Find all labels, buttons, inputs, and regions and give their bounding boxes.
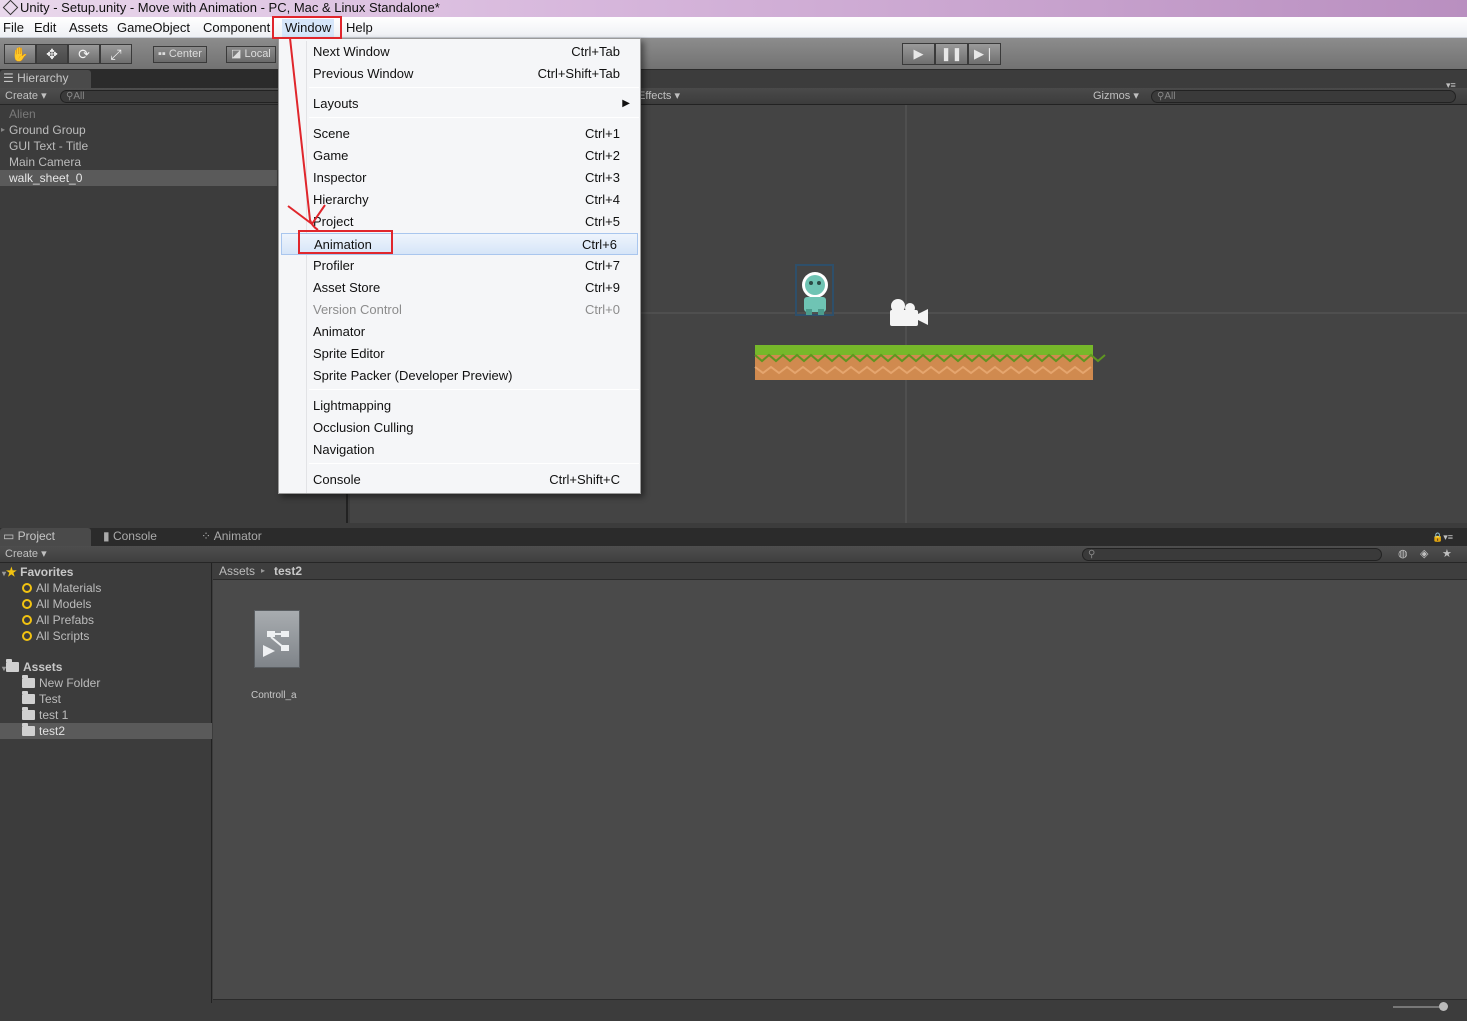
annotation-arrow: [287, 37, 326, 231]
